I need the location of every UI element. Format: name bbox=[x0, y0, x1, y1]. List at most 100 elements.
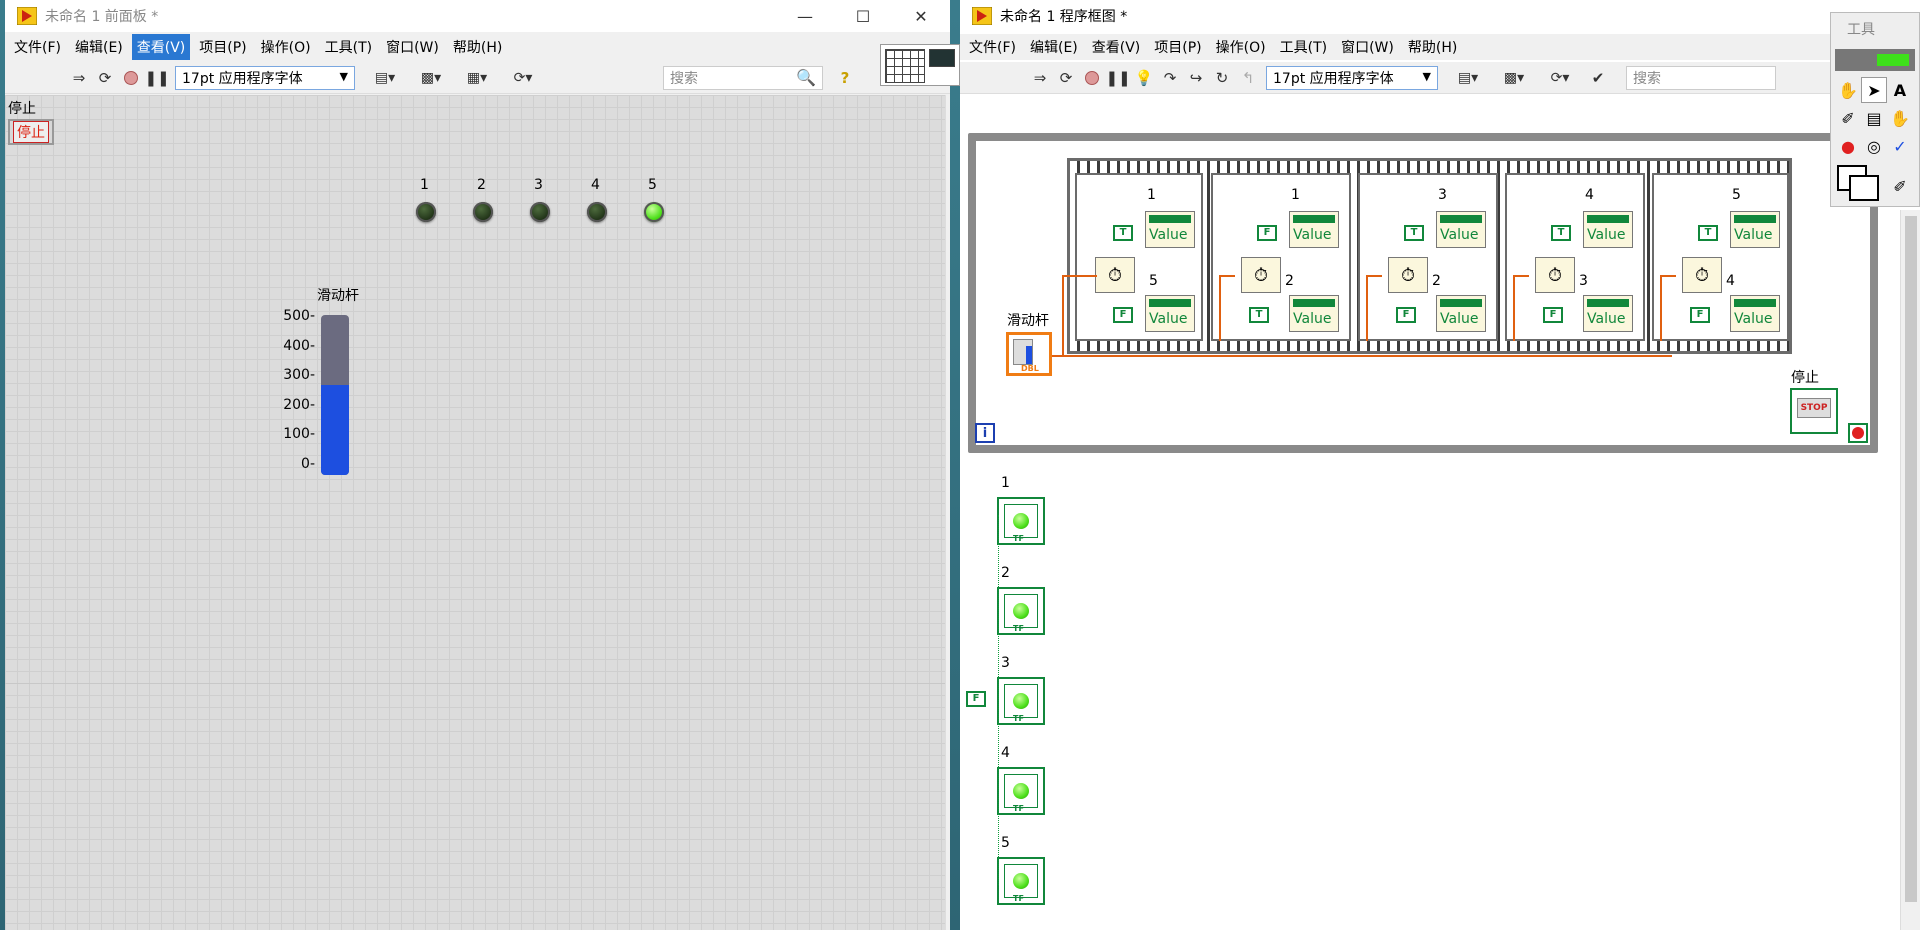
connect-wire-icon[interactable]: ✐ bbox=[1835, 105, 1861, 131]
iteration-terminal[interactable]: i bbox=[975, 423, 995, 443]
slider-terminal[interactable]: DBL bbox=[1006, 332, 1052, 376]
operate-value-icon[interactable]: ✋ bbox=[1835, 77, 1861, 103]
menu-file[interactable]: 文件(F) bbox=[9, 34, 66, 60]
loop-condition-terminal[interactable] bbox=[1848, 423, 1868, 443]
indicator-terminal-2[interactable]: TF bbox=[997, 587, 1045, 635]
frame-1-bottom-constant[interactable]: F bbox=[1113, 307, 1133, 323]
indicator-terminal-5[interactable]: TF bbox=[997, 857, 1045, 905]
step-out-icon[interactable]: ↰ bbox=[1236, 66, 1260, 90]
sequence-frame-1[interactable]: 1 T Value 5 F Value ⏱ bbox=[1075, 173, 1203, 341]
run-arrow-icon[interactable]: ⇒ bbox=[1028, 66, 1052, 90]
scrollbar-thumb[interactable] bbox=[1905, 216, 1917, 902]
indicator-terminal-3[interactable]: TF bbox=[997, 677, 1045, 725]
abort-icon[interactable] bbox=[119, 66, 143, 90]
frame-1-wait-node[interactable]: ⏱ bbox=[1095, 257, 1135, 293]
run-continuously-icon[interactable]: ⟳ bbox=[93, 66, 117, 90]
led-indicator-5[interactable] bbox=[644, 202, 664, 222]
frame-5-wait-node[interactable]: ⏱ bbox=[1682, 257, 1722, 293]
frame-3-top-value-node[interactable]: Value bbox=[1436, 211, 1486, 248]
run-arrow-icon[interactable]: ⇒ bbox=[67, 66, 91, 90]
frame-4-wire-vertical[interactable] bbox=[1513, 275, 1515, 341]
front-panel-canvas[interactable]: 停止 停止 1 2 3 4 5 滑动杆 500- 400- 300- 200- … bbox=[5, 95, 950, 930]
highlight-execution-icon[interactable]: 💡 bbox=[1132, 66, 1156, 90]
false-wire[interactable] bbox=[998, 515, 999, 885]
distribute-objects-icon[interactable]: ▩▾ bbox=[1494, 66, 1534, 90]
front-panel-titlebar[interactable]: 未命名 1 前面板 * — ☐ ✕ bbox=[5, 0, 950, 32]
distribute-objects-icon[interactable]: ▩▾ bbox=[411, 66, 451, 90]
position-select-icon[interactable]: ➤ bbox=[1861, 77, 1887, 103]
menu-view[interactable]: 查看(V) bbox=[131, 34, 191, 60]
slider-wire-branch-1h[interactable] bbox=[1062, 275, 1094, 277]
frame-4-top-constant[interactable]: T bbox=[1551, 225, 1571, 241]
search-input[interactable]: 搜索 bbox=[1626, 65, 1776, 90]
menu-view[interactable]: 查看(V) bbox=[1087, 34, 1146, 60]
menu-help[interactable]: 帮助(H) bbox=[448, 34, 507, 60]
stop-button[interactable]: 停止 bbox=[8, 119, 54, 145]
font-select[interactable]: 17pt 应用程序字体 ▼ bbox=[1266, 65, 1438, 90]
edit-text-icon[interactable]: A bbox=[1887, 77, 1913, 103]
menu-window[interactable]: 窗口(W) bbox=[381, 34, 444, 60]
frame-4-top-value-node[interactable]: Value bbox=[1583, 211, 1633, 248]
slider-wire[interactable] bbox=[1052, 355, 1672, 357]
pause-icon[interactable]: ❚❚ bbox=[1105, 66, 1130, 90]
slider-track[interactable] bbox=[321, 315, 349, 475]
resize-objects-icon[interactable]: ▦▾ bbox=[457, 66, 497, 90]
align-objects-icon[interactable]: ▤▾ bbox=[1448, 66, 1488, 90]
frame-1-top-value-node[interactable]: Value bbox=[1145, 211, 1195, 248]
sequence-frame-2[interactable]: 1 F Value 2 T Value ⏱ bbox=[1211, 173, 1351, 341]
pause-icon[interactable]: ❚❚ bbox=[144, 66, 169, 90]
frame-3-wait-node[interactable]: ⏱ bbox=[1388, 257, 1428, 293]
frame-2-bottom-constant[interactable]: T bbox=[1249, 307, 1269, 323]
frame-2-top-value-node[interactable]: Value bbox=[1289, 211, 1339, 248]
frame-3-bottom-constant[interactable]: F bbox=[1396, 307, 1416, 323]
clean-up-diagram-icon[interactable]: ✔ bbox=[1586, 66, 1610, 90]
menu-project[interactable]: 项目(P) bbox=[1149, 34, 1206, 60]
probe-icon[interactable]: ◎ bbox=[1861, 133, 1887, 159]
frame-4-bottom-value-node[interactable]: Value bbox=[1583, 295, 1633, 332]
frame-3-wire-vertical[interactable] bbox=[1366, 275, 1368, 341]
frame-3-bottom-value-node[interactable]: Value bbox=[1436, 295, 1486, 332]
menu-edit[interactable]: 编辑(E) bbox=[70, 34, 128, 60]
block-diagram-titlebar[interactable]: 未命名 1 程序框图 * — bbox=[960, 0, 1920, 32]
set-color-icon[interactable]: ✐ bbox=[1887, 173, 1913, 199]
block-diagram-scrollbar[interactable] bbox=[1900, 210, 1920, 930]
menu-edit[interactable]: 编辑(E) bbox=[1025, 34, 1083, 60]
led-indicator-2[interactable] bbox=[473, 202, 493, 222]
frame-5-wire-in[interactable] bbox=[1660, 275, 1676, 277]
menu-tools[interactable]: 工具(T) bbox=[1275, 34, 1332, 60]
shortcut-menu-icon[interactable]: ▤ bbox=[1861, 105, 1887, 131]
frame-5-top-value-node[interactable]: Value bbox=[1730, 211, 1780, 248]
frame-2-bottom-value-node[interactable]: Value bbox=[1289, 295, 1339, 332]
auto-tool-selector[interactable] bbox=[1835, 49, 1915, 71]
frame-4-bottom-constant[interactable]: F bbox=[1543, 307, 1563, 323]
menu-operate[interactable]: 操作(O) bbox=[1211, 34, 1271, 60]
menu-file[interactable]: 文件(F) bbox=[964, 34, 1021, 60]
breakpoint-icon[interactable]: ● bbox=[1835, 133, 1861, 159]
indicator-terminal-1[interactable]: TF bbox=[997, 497, 1045, 545]
menu-window[interactable]: 窗口(W) bbox=[1336, 34, 1399, 60]
align-objects-icon[interactable]: ▤▾ bbox=[365, 66, 405, 90]
frame-1-bottom-value-node[interactable]: Value bbox=[1145, 295, 1195, 332]
run-continuously-icon[interactable]: ⟳ bbox=[1054, 66, 1078, 90]
help-icon[interactable]: ? bbox=[833, 66, 857, 90]
frame-1-top-constant[interactable]: T bbox=[1113, 225, 1133, 241]
frame-3-wire-in[interactable] bbox=[1366, 275, 1382, 277]
led-indicator-4[interactable] bbox=[587, 202, 607, 222]
flat-sequence-structure[interactable]: 1 T Value 5 F Value ⏱ 1 F Value 2 T Valu… bbox=[1067, 158, 1792, 354]
false-constant[interactable]: F bbox=[966, 691, 986, 707]
frame-2-top-constant[interactable]: F bbox=[1257, 225, 1277, 241]
reorder-icon[interactable]: ⟳▾ bbox=[503, 66, 543, 90]
controls-palette-thumb[interactable] bbox=[880, 44, 960, 86]
frame-5-bottom-value-node[interactable]: Value bbox=[1730, 295, 1780, 332]
step-into-icon[interactable]: ↪ bbox=[1184, 66, 1208, 90]
scroll-window-icon[interactable]: ✋ bbox=[1887, 105, 1913, 131]
frame-5-bottom-constant[interactable]: F bbox=[1690, 307, 1710, 323]
reorder-icon[interactable]: ⟳▾ bbox=[1540, 66, 1580, 90]
slider-wire-branch-1[interactable] bbox=[1062, 275, 1064, 357]
frame-2-wire-vertical[interactable] bbox=[1219, 275, 1221, 341]
close-button[interactable]: ✕ bbox=[892, 0, 950, 32]
led-indicator-1[interactable] bbox=[416, 202, 436, 222]
frame-2-wire-in[interactable] bbox=[1219, 275, 1235, 277]
retain-wire-values-icon[interactable]: ↷ bbox=[1158, 66, 1182, 90]
abort-icon[interactable] bbox=[1080, 66, 1104, 90]
